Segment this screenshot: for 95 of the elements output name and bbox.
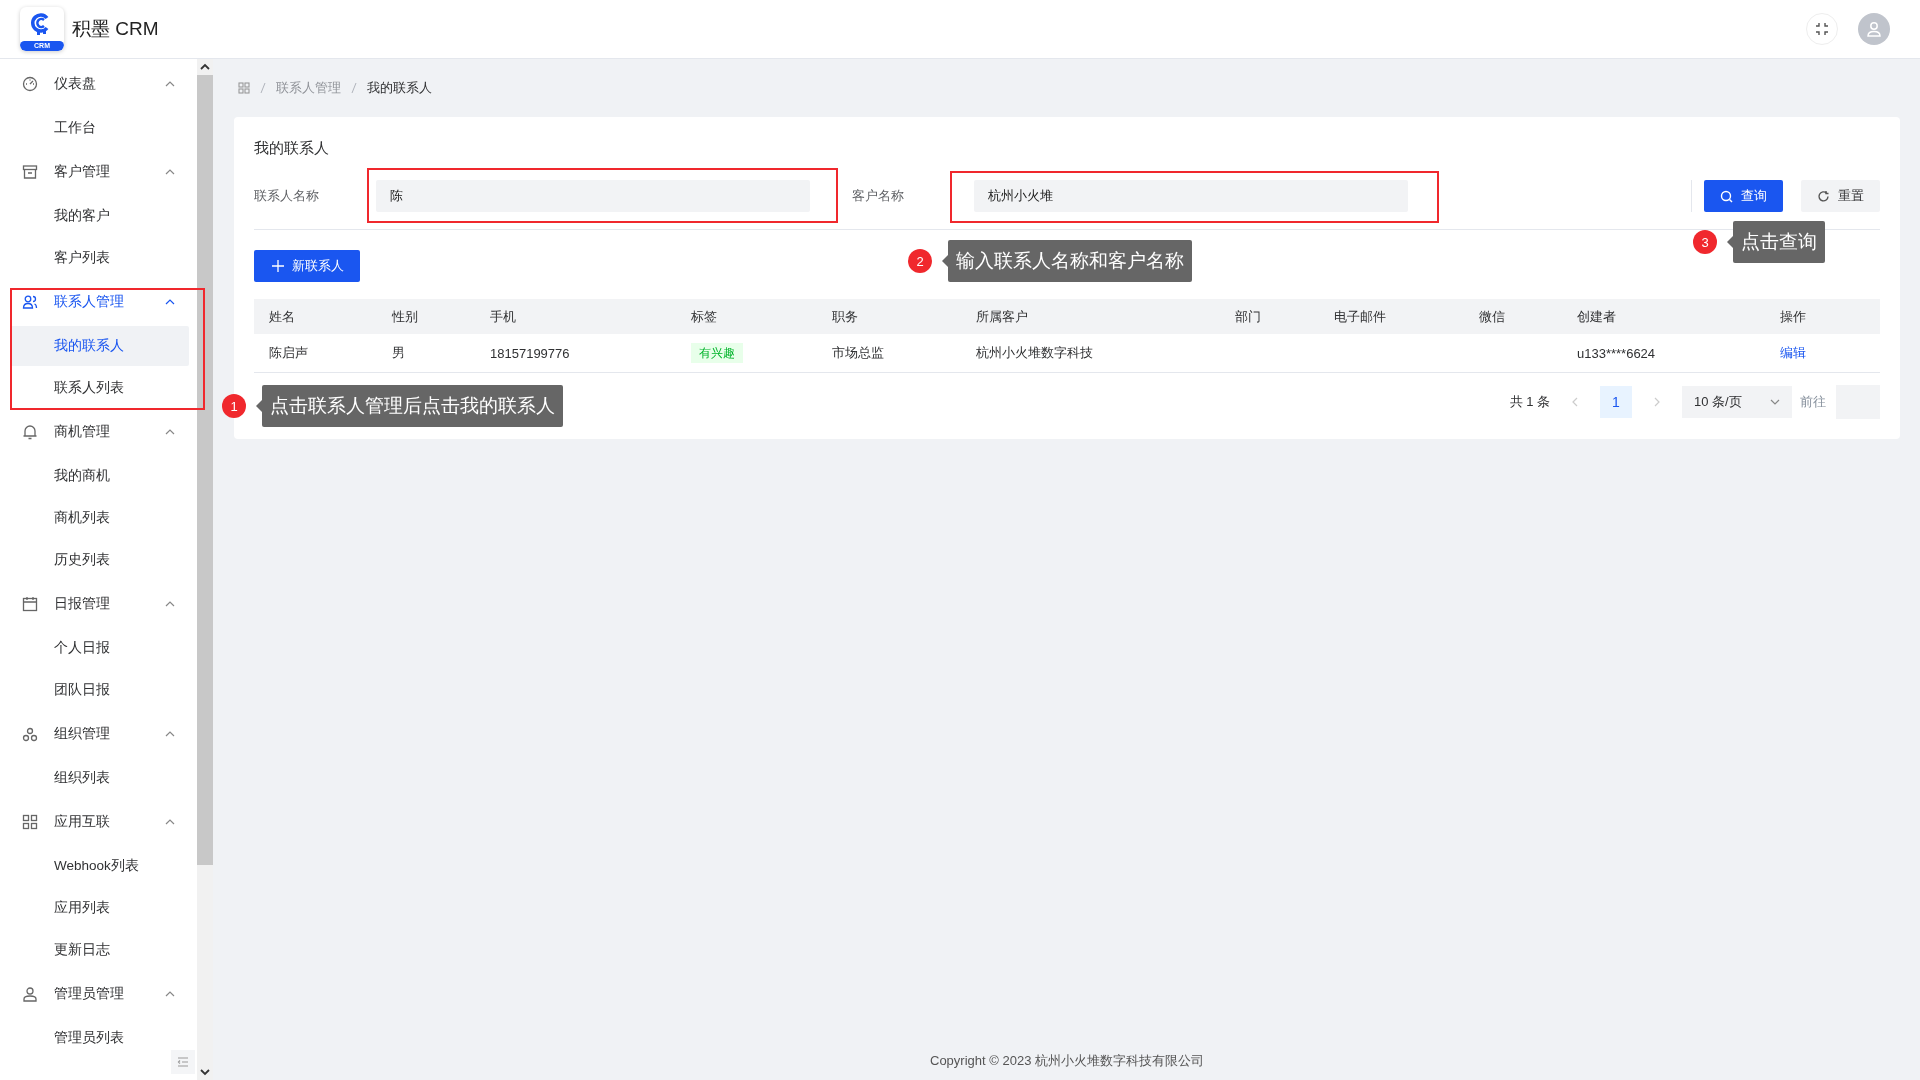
column-header: 性别	[392, 308, 418, 324]
column-header: 电子邮件	[1334, 308, 1386, 324]
column-header: 创建者	[1577, 308, 1616, 324]
breadcrumb-link[interactable]: 我的联系人	[367, 79, 432, 97]
calendar-icon	[22, 596, 38, 612]
menu-group[interactable]: 仪表盘	[0, 62, 198, 106]
fullscreen-icon[interactable]	[1806, 13, 1838, 45]
card-title: 我的联系人	[254, 139, 330, 158]
table-cell: 杭州小火堆数字科技	[976, 345, 1093, 360]
table-cell: 市场总监	[832, 345, 884, 360]
column-header: 标签	[691, 308, 717, 324]
callout-pointer	[942, 255, 948, 267]
menu-item[interactable]: 工作台	[10, 108, 190, 148]
gauge-icon	[22, 76, 38, 92]
column-header: 所属客户	[976, 308, 1028, 324]
field-label: 联系人名称	[254, 187, 320, 205]
chevron-icon	[165, 991, 176, 997]
chevron-icon	[165, 819, 176, 825]
column-header: 微信	[1479, 308, 1505, 324]
app-name: 积墨 CRM	[72, 17, 159, 41]
callout-tooltip: 点击查询	[1733, 221, 1825, 263]
menu-item[interactable]: 我的联系人	[10, 326, 190, 366]
menu-item[interactable]: 商机列表	[10, 498, 190, 538]
menu-group[interactable]: 应用互联	[0, 800, 198, 844]
slash-divider	[260, 82, 266, 94]
menu-item[interactable]: 管理员列表	[10, 1018, 190, 1058]
step-number: 1	[222, 394, 246, 418]
menu-item[interactable]: 更新日志	[10, 930, 190, 970]
scroll-up-icon[interactable]	[200, 63, 211, 70]
menu-group[interactable]: 客户管理	[0, 150, 198, 194]
chevron-icon	[165, 601, 176, 607]
edit-link[interactable]: 编辑	[1780, 345, 1806, 360]
table-cell: u133****6624	[1577, 345, 1656, 361]
refresh-icon	[1817, 189, 1830, 203]
goto-label: 前往	[1800, 393, 1826, 411]
callout-tooltip: 输入联系人名称和客户名称	[948, 240, 1192, 282]
scroll-down-icon[interactable]	[200, 1069, 211, 1076]
chevron-icon	[165, 169, 176, 175]
input-field[interactable]: 陈	[376, 180, 810, 212]
search-icon	[1720, 189, 1733, 203]
table-cell: 陈启声	[269, 345, 308, 360]
page-size-select[interactable]: 10 条/页	[1682, 386, 1792, 418]
input-field[interactable]: 杭州小火堆	[974, 180, 1408, 212]
nodes-icon	[22, 726, 38, 742]
next-page-icon[interactable]	[1654, 397, 1660, 407]
prev-page-icon[interactable]	[1572, 397, 1578, 407]
bell-icon	[22, 424, 38, 440]
table-cell: 男	[392, 345, 405, 360]
user-icon	[22, 986, 38, 1002]
scroll-thumb[interactable]	[197, 75, 214, 865]
tag: 有兴趣	[691, 342, 743, 363]
grid-icon	[22, 814, 38, 830]
menu-group[interactable]: 组织管理	[0, 712, 198, 756]
menu-item[interactable]: 联系人列表	[10, 368, 190, 408]
menu-item[interactable]: 应用列表	[10, 888, 190, 928]
field-label: 客户名称	[852, 187, 905, 205]
chevron-icon	[165, 299, 176, 305]
new-contact-button[interactable]: 新联系人	[254, 250, 360, 282]
slash-divider	[351, 82, 357, 94]
menu-group[interactable]: 商机管理	[0, 410, 198, 454]
query-button[interactable]: 查询	[1704, 180, 1783, 212]
page-button[interactable]: 1	[1600, 386, 1632, 418]
users-icon	[22, 294, 38, 310]
menu-group[interactable]: 管理员管理	[0, 972, 198, 1016]
callout-pointer	[256, 400, 262, 412]
reset-button[interactable]: 重置	[1801, 180, 1880, 212]
archive-icon	[22, 164, 38, 180]
menu-group[interactable]: 联系人管理	[0, 280, 198, 324]
menu-item[interactable]: 组织列表	[10, 758, 190, 798]
column-header: 操作	[1780, 308, 1806, 324]
callout-tooltip: 点击联系人管理后点击我的联系人	[262, 385, 563, 427]
menu-item[interactable]: Webhook列表	[10, 846, 190, 886]
copyright-text: Copyright © 2023 杭州小火堆数字科技有限公司	[929, 1052, 1205, 1070]
chevron-icon	[165, 731, 176, 737]
total-count: 共 1 条	[1509, 393, 1550, 411]
caret-icon	[1770, 399, 1780, 405]
home-grid-icon[interactable]	[238, 82, 250, 94]
callout-pointer	[1727, 236, 1733, 248]
scrollbar[interactable]	[197, 59, 213, 1080]
chevron-icon	[165, 81, 176, 87]
column-header: 部门	[1235, 308, 1261, 324]
plus-icon	[272, 260, 284, 272]
menu-item[interactable]: 我的商机	[10, 456, 190, 496]
table-cell: 18157199776	[490, 345, 570, 361]
chevron-icon	[165, 429, 176, 435]
menu-item[interactable]: 客户列表	[10, 238, 190, 278]
column-header: 职务	[832, 308, 858, 324]
menu-item[interactable]: 历史列表	[10, 540, 190, 580]
menu-item[interactable]: 个人日报	[10, 628, 190, 668]
menu-item[interactable]: 团队日报	[10, 670, 190, 710]
menu-group[interactable]: 日报管理	[0, 582, 198, 626]
avatar-icon[interactable]	[1858, 13, 1890, 45]
menu-item[interactable]: 我的客户	[10, 196, 190, 236]
column-header: 姓名	[269, 308, 295, 324]
column-header: 手机	[490, 308, 516, 324]
